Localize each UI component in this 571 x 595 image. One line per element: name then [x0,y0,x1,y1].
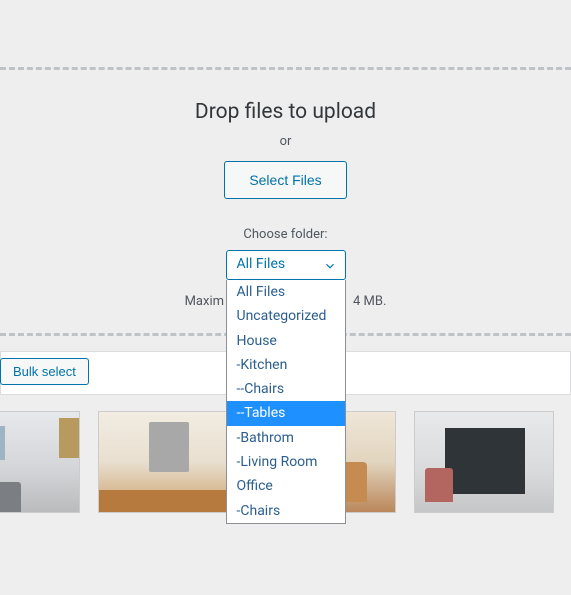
or-text: or [0,134,571,149]
folder-option[interactable]: House [227,329,345,353]
folder-dropdown-list[interactable]: All FilesUncategorizedHouse-Kitchen--Cha… [226,280,346,524]
upload-dropzone[interactable]: Drop files to upload or Select Files Cho… [0,67,571,336]
media-thumb[interactable] [0,411,80,513]
folder-option[interactable]: Uncategorized [227,304,345,328]
select-files-button[interactable]: Select Files [224,161,346,199]
media-thumb[interactable] [414,411,554,513]
bulk-select-button[interactable]: Bulk select [0,358,89,385]
folder-dropdown-selected[interactable]: All Files [226,250,346,280]
folder-option[interactable]: -Living Room [227,450,345,474]
folder-selected-text: All Files [237,256,286,272]
folder-option[interactable]: All Files [227,280,345,304]
folder-option[interactable]: -Kitchen [227,353,345,377]
chevron-down-icon [323,259,337,273]
folder-option[interactable]: Office [227,474,345,498]
folder-option[interactable]: -Chairs [227,499,345,523]
folder-option[interactable]: --Chairs [227,377,345,401]
media-thumb[interactable] [98,411,238,513]
drop-title: Drop files to upload [0,100,571,124]
choose-folder-label: Choose folder: [0,227,571,242]
folder-option[interactable]: -Bathrom [227,426,345,450]
folder-option[interactable]: --Tables [227,401,345,425]
folder-dropdown[interactable]: All Files All FilesUncategorizedHouse-Ki… [226,250,346,280]
